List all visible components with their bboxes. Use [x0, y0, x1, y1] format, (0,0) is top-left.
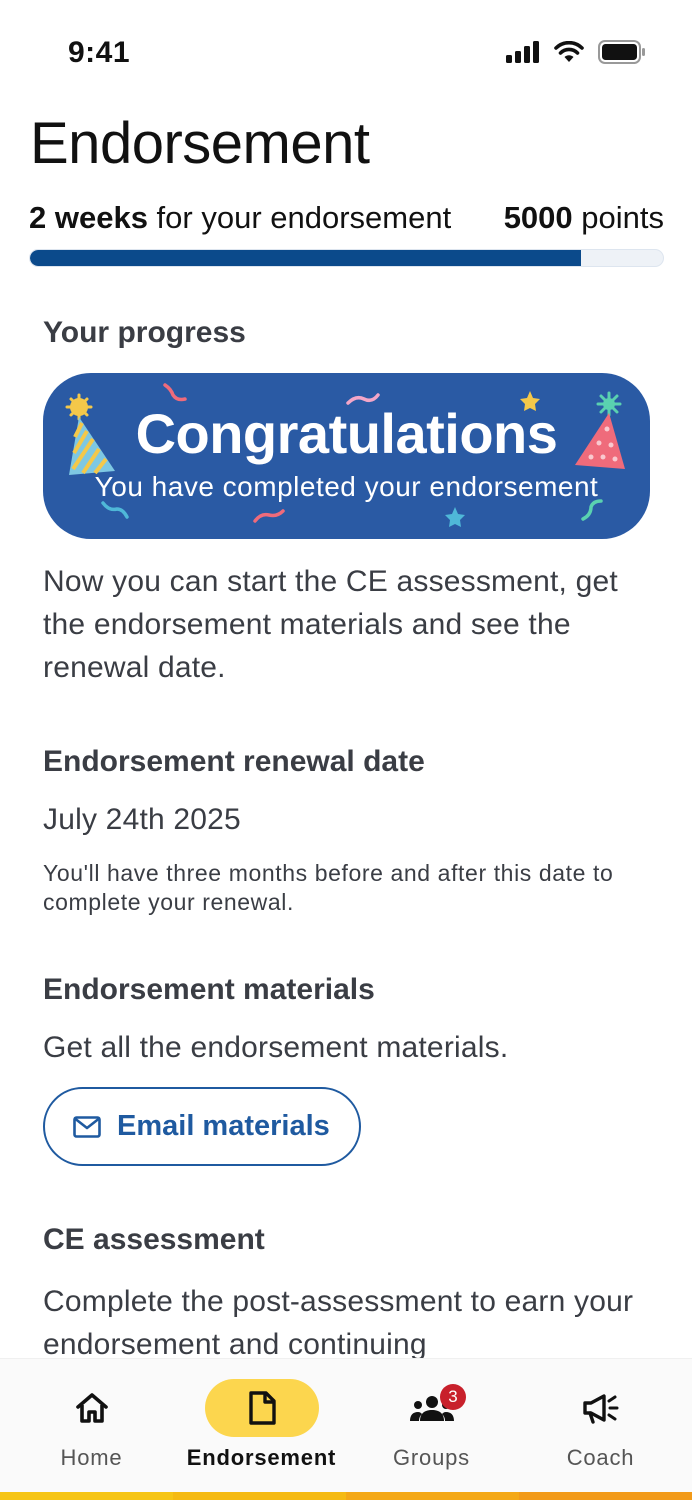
congratulations-banner: Congratulations You have completed your … — [43, 373, 650, 539]
banner-title: Congratulations — [135, 402, 558, 465]
megaphone-icon — [582, 1394, 618, 1424]
page-title: Endorsement — [30, 111, 370, 176]
weeks-value: 2 weeks — [29, 200, 148, 235]
wifi-icon — [554, 41, 584, 62]
materials-description: Get all the endorsement materials. — [43, 1031, 509, 1064]
bottom-navigation: Home Endorsement 3 Groups Coach — [0, 1358, 692, 1500]
nav-item-groups[interactable]: 3 Groups — [345, 1359, 518, 1493]
banner-subtitle: You have completed your endorsement — [94, 471, 599, 502]
weeks-label: for your endorsement — [147, 200, 452, 235]
points-value: 5000 — [503, 200, 573, 235]
nav-label-groups: Groups — [393, 1445, 470, 1470]
progress-bar-fill — [30, 250, 581, 266]
nav-item-home[interactable]: Home — [5, 1359, 178, 1493]
nav-label-home: Home — [60, 1445, 123, 1470]
renewal-heading: Endorsement renewal date — [43, 745, 425, 778]
battery-icon — [598, 40, 645, 64]
progress-summary: 2 weeks for your endorsement 5000 points — [29, 200, 664, 240]
nav-coach-icon-wrap — [544, 1379, 658, 1437]
groups-notification-badge: 3 — [440, 1384, 466, 1410]
nav-label-coach: Coach — [566, 1445, 635, 1470]
nav-label-endorsement: Endorsement — [186, 1445, 337, 1470]
points-label: points — [572, 200, 664, 235]
status-time: 9:41 — [68, 36, 131, 69]
progress-description: Now you can start the CE assessment, get… — [43, 565, 618, 684]
weeks-remaining: 2 weeks for your endorsement — [29, 200, 451, 236]
renewal-note: You'll have three months before and afte… — [43, 860, 614, 915]
home-icon — [75, 1393, 108, 1423]
document-icon — [248, 1391, 276, 1425]
materials-heading: Endorsement materials — [43, 973, 375, 1006]
signal-icon — [506, 41, 539, 63]
status-bar: 9:41 — [0, 0, 692, 100]
ce-assessment-heading: CE assessment — [43, 1223, 265, 1256]
mail-icon — [73, 1115, 101, 1138]
email-materials-label: Email materials — [117, 1110, 330, 1142]
status-icons — [506, 40, 646, 64]
progress-bar — [29, 249, 664, 267]
nav-home-icon-wrap — [35, 1379, 149, 1437]
nav-item-endorsement[interactable]: Endorsement — [175, 1359, 348, 1493]
nav-accent-strip — [0, 1492, 692, 1500]
nav-endorsement-icon-wrap — [204, 1379, 319, 1437]
renewal-date: July 24th 2025 — [43, 803, 241, 836]
email-materials-button[interactable]: Email materials — [43, 1087, 361, 1166]
nav-item-coach[interactable]: Coach — [514, 1359, 687, 1493]
your-progress-heading: Your progress — [43, 316, 246, 349]
nav-groups-icon-wrap — [375, 1379, 489, 1437]
ce-assessment-description: Complete the post-assessment to earn you… — [43, 1285, 634, 1361]
points-total: 5000 points — [504, 200, 664, 236]
